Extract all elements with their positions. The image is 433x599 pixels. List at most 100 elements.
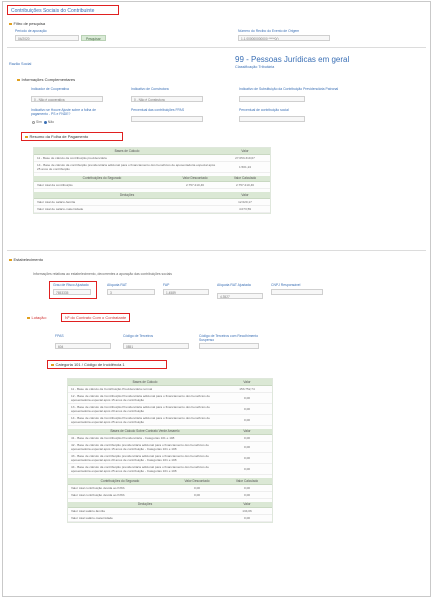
cell: 0,00 <box>222 434 272 442</box>
search-button[interactable]: Pesquisar <box>81 35 106 41</box>
cell: 2.757.210,46 <box>220 181 270 189</box>
cell: 13 - Base de cálculo da Contribuição Pre… <box>68 403 222 415</box>
bullet-icon <box>9 258 12 262</box>
cell: 2.757.210,46 <box>170 181 220 189</box>
substituicao-label: Indicativo de Substituição da Contribuiç… <box>239 87 339 91</box>
cnpj-label: CNPJ Responsável <box>271 283 301 287</box>
estabelecimento-section-label: Estabelecimento <box>13 257 44 262</box>
cell: Valor total contribuição devida ao INSS <box>68 491 172 499</box>
lotacao-section-title: Lotação: <box>27 315 47 320</box>
classification-code: 99 - Pessoas Jurídicas em geral <box>235 55 350 64</box>
cell: 12.620,17 <box>220 198 270 206</box>
receipt-input[interactable]: 1.1.000000000000 *****0() <box>238 35 330 41</box>
cell: 0,00 <box>222 414 272 426</box>
period-label: Período de apuração <box>15 29 47 33</box>
cell: 153.752,74 <box>222 385 272 393</box>
cell: 14 - Base de cálculo da contribuição pre… <box>34 161 220 173</box>
cell: 42 - Base de cálculo da contribuição pre… <box>68 441 222 453</box>
bullet-icon <box>51 363 54 367</box>
lotacao-contract: Nº do Contrato Com o Contratante <box>61 313 131 322</box>
cell: 0,00 <box>222 484 272 492</box>
table-row: 11 - Base de cálculo da Contribuição Pre… <box>68 385 272 393</box>
aliquota-rat-field[interactable]: 3 <box>107 289 155 295</box>
table-row: 41 - Base de cálculo da Contribuição Pre… <box>68 434 272 442</box>
razao-social-label: Razão Social <box>9 62 32 66</box>
cnpj-field[interactable] <box>271 289 323 295</box>
fap-field[interactable]: 1.4589 <box>163 289 209 295</box>
cell: 0,00 <box>222 491 272 499</box>
resumo-bases-table: Bases de Cálculo Valor 11 - Base de cálcu… <box>33 147 271 214</box>
categoria-tables: Bases de Cálculo Valor 11 - Base de cálcu… <box>67 378 273 523</box>
cooperativa-field[interactable]: 0 - Não é cooperativa <box>31 96 103 102</box>
table-row: 42 - Base de cálculo da contribuição pre… <box>68 441 272 453</box>
complementares-section-label: Informações Complementares <box>21 77 76 82</box>
lotacao-prefix: Lotação: <box>31 315 47 320</box>
table-row: 12 - Base de cálculo da Contribuição Pre… <box>68 392 272 404</box>
cell: 0,00 <box>172 491 222 499</box>
cell: 27.053.319,67 <box>220 154 270 162</box>
filter-section-title: Filtro de pesquisa <box>9 21 45 26</box>
table-row: 44 - Base de cálculo da contribuição pre… <box>68 463 272 475</box>
table-row: Valor total salário-família 134,06 <box>68 507 272 515</box>
cell: 0,00 <box>222 514 272 522</box>
cooperativa-label: Indicador de Cooperativa <box>31 87 69 91</box>
cell: Valor total salário-maternidade <box>68 514 222 522</box>
table-row: Valor total de salário-maternidade 4.073,… <box>34 205 270 213</box>
categoria-section-title[interactable]: Categoria 101 / Código de Incidência 1 <box>47 360 167 369</box>
table-row: 11 - Base de cálculo da contribuição pre… <box>34 154 270 162</box>
cell: 0,00 <box>222 403 272 415</box>
ajuste-radio-group: Sim Não <box>31 120 54 124</box>
rat-ajustada-field[interactable]: 4.3527 <box>217 293 263 299</box>
terceiros-field[interactable]: 0851 <box>123 343 189 349</box>
cell: Valor total de salário-maternidade <box>34 205 220 213</box>
categoria-section-label: Categoria 101 / Código de Incidência 1 <box>55 362 125 367</box>
cell: 4.073,59 <box>220 205 270 213</box>
cell: 11 - Base de cálculo da contribuição pre… <box>34 154 220 162</box>
receipt-label: Número do Recibo do Evento de Origem <box>238 29 300 33</box>
fpas-percent-field[interactable] <box>131 116 203 122</box>
classification-sub: Classificação Tributária <box>235 65 275 69</box>
cell: 11 - Base de cálculo da Contribuição Pre… <box>68 385 222 393</box>
cell: 0,00 <box>222 452 272 464</box>
cell: 0,00 <box>172 484 222 492</box>
construtora-field[interactable]: 0 - Não é Construtora <box>131 96 203 102</box>
cell: Valor total de salário-família <box>34 198 220 206</box>
rat-ajustada-label: Alíquota RAT Ajustada <box>217 283 251 287</box>
radio-yes-label: Sim <box>36 120 42 124</box>
fpas-label: FPAS <box>55 334 64 338</box>
cell: 41 - Base de cálculo da Contribuição Pre… <box>68 434 222 442</box>
table-row: Valor total salário-maternidade 0,00 <box>68 514 272 522</box>
fpas-field[interactable]: 604 <box>55 343 111 349</box>
bullet-icon <box>25 135 28 139</box>
resumo-section-title[interactable]: Resumo da Folha de Pagamento <box>21 132 123 141</box>
filter-section-label: Filtro de pesquisa <box>13 21 46 26</box>
cell: 0,00 <box>222 463 272 475</box>
divider <box>7 250 426 251</box>
table-row: Valor total de salário-família 12.620,17 <box>34 198 270 206</box>
resumo-section-label: Resumo da Folha de Pagamento <box>29 134 89 139</box>
cell: 14 - Base de cálculo da Contribuição Pre… <box>68 414 222 426</box>
page-title: Contribuições Sociais do Contribuinte <box>7 5 119 15</box>
radio-yes[interactable] <box>32 120 35 124</box>
radio-no[interactable] <box>43 120 47 124</box>
construtora-label: Indicativo de Construtora <box>131 87 169 91</box>
social-percent-field[interactable] <box>239 116 305 122</box>
table-row: Valor total da contribuição 2.757.210,46 2… <box>34 181 270 189</box>
fpas-percent-label: Percentual das contribuições FPAS <box>131 108 185 112</box>
cell: Valor total da contribuição <box>34 181 170 189</box>
bullet-icon <box>27 316 30 320</box>
cell: Valor total salário-família <box>68 507 222 515</box>
bullet-icon <box>9 22 12 26</box>
period-input[interactable]: 04/2020 <box>15 35 79 41</box>
divider <box>7 47 426 48</box>
cell: 134,06 <box>222 507 272 515</box>
cell: Valor total contribuição devida ao INSS <box>68 484 172 492</box>
table-row: 43 - Base de cálculo da contribuição pre… <box>68 452 272 464</box>
terceiros-suspenso-field[interactable] <box>199 343 259 349</box>
main-frame: Contribuições Sociais do Contribuinte Fi… <box>2 1 431 597</box>
cell: 0,00 <box>222 441 272 453</box>
grau-risco-field[interactable]: 7653335 <box>53 289 91 295</box>
substituicao-field[interactable] <box>239 96 305 102</box>
estabelecimento-section-title: Estabelecimento <box>9 257 43 262</box>
grau-risco-label: Grau de Risco Ajustado <box>53 283 89 287</box>
